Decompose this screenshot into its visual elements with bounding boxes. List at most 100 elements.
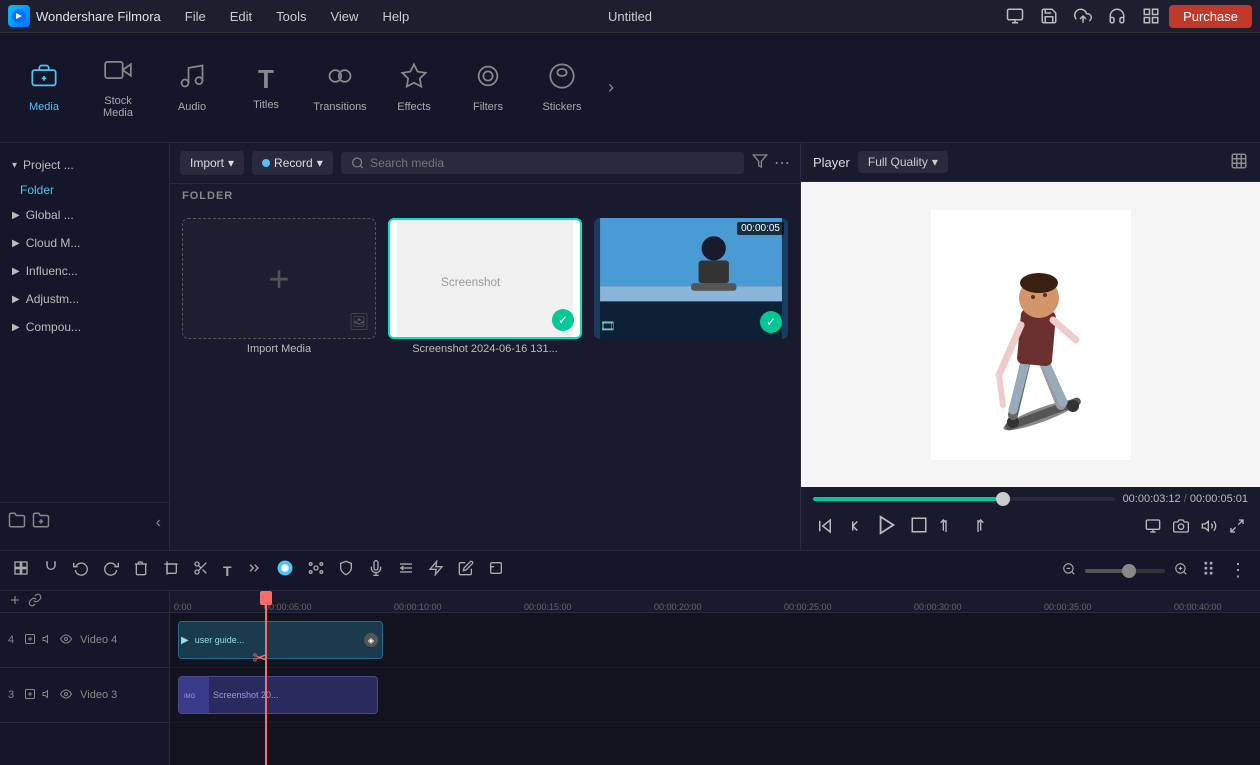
- track-4-audio-btn[interactable]: [42, 632, 54, 648]
- tool-stickers[interactable]: Stickers: [526, 43, 598, 133]
- skater-illustration: [931, 210, 1131, 460]
- track-3-clip[interactable]: IMG Screenshot 20...: [178, 676, 378, 714]
- animation-btn[interactable]: [423, 557, 449, 584]
- menu-help[interactable]: Help: [372, 5, 419, 28]
- delete-btn[interactable]: [128, 557, 154, 584]
- tool-stock-media[interactable]: Stock Media: [82, 43, 154, 133]
- zoom-thumb[interactable]: [1122, 564, 1136, 578]
- folder-label-text: Folder: [20, 183, 54, 197]
- zoom-in-btn[interactable]: [1169, 557, 1193, 584]
- sidebar-item-global[interactable]: ▶ Global ...: [0, 201, 169, 229]
- upload-icon[interactable]: [1069, 2, 1097, 30]
- quality-select[interactable]: Full Quality ▾: [858, 151, 948, 173]
- toolbar: Media Stock Media Audio T Titles Transit…: [0, 33, 1260, 143]
- track-4-clip[interactable]: ▶ user guide... ◈: [178, 621, 383, 659]
- sidebar-item-influencer[interactable]: ▶ Influenc...: [0, 257, 169, 285]
- search-input[interactable]: [370, 156, 734, 170]
- import-button[interactable]: Import ▾: [180, 151, 244, 175]
- crop-btn[interactable]: [158, 557, 184, 584]
- timeline-playhead[interactable]: [265, 591, 267, 765]
- grid-timeline-btn[interactable]: ⠿: [1197, 557, 1220, 584]
- add-track-btn[interactable]: [8, 593, 22, 610]
- split-view-btn[interactable]: [8, 557, 34, 584]
- collapse-panel-btn[interactable]: ‹: [156, 514, 161, 532]
- grid-icon[interactable]: [1137, 2, 1165, 30]
- sidebar-item-cloud[interactable]: ▶ Cloud M...: [0, 229, 169, 257]
- menu-file[interactable]: File: [175, 5, 216, 28]
- player-expand-btn[interactable]: [1230, 152, 1248, 173]
- magnet-btn[interactable]: [38, 557, 64, 584]
- tool-audio[interactable]: Audio: [156, 43, 228, 133]
- sidebar-item-adjustment[interactable]: ▶ Adjustm...: [0, 285, 169, 313]
- save-icon[interactable]: [1035, 2, 1063, 30]
- snapshot-btn[interactable]: [1170, 515, 1192, 540]
- monitor-icon[interactable]: [1001, 2, 1029, 30]
- zoom-out-btn[interactable]: [1057, 557, 1081, 584]
- filter-icon[interactable]: [752, 153, 768, 173]
- track-4-eye-btn[interactable]: [60, 632, 72, 648]
- more-icon[interactable]: ⋯: [774, 153, 790, 173]
- record-button[interactable]: Record ▾: [252, 151, 333, 175]
- text-btn[interactable]: T: [218, 560, 237, 582]
- undo-btn[interactable]: [68, 557, 94, 584]
- track-4-add-btn[interactable]: [24, 632, 36, 648]
- fullscreen-btn[interactable]: [1226, 515, 1248, 540]
- track-3-num: 3: [8, 689, 14, 701]
- tool-filters[interactable]: Filters: [452, 43, 524, 133]
- headphone-icon[interactable]: [1103, 2, 1131, 30]
- particles-btn[interactable]: [303, 557, 329, 584]
- import-thumb[interactable]: + 🖼: [182, 218, 376, 339]
- rotate-btn[interactable]: [483, 557, 509, 584]
- add-item-btn[interactable]: [32, 511, 50, 534]
- menu-view[interactable]: View: [320, 5, 368, 28]
- camera-swap-btn[interactable]: [453, 557, 479, 584]
- track-4-clip-end: ◈: [364, 633, 378, 647]
- cut-btn[interactable]: [188, 557, 214, 584]
- mark-out-btn[interactable]: [965, 515, 987, 540]
- volume-btn[interactable]: [1198, 515, 1220, 540]
- shield-btn[interactable]: [333, 557, 359, 584]
- header-icons: [1001, 2, 1165, 30]
- track-btn[interactable]: [393, 557, 419, 584]
- purchase-button[interactable]: Purchase: [1169, 5, 1252, 28]
- track-3-add-btn[interactable]: [24, 687, 36, 703]
- forward-btn[interactable]: [241, 557, 267, 584]
- screenshot-thumb[interactable]: Screenshot ✓: [388, 218, 582, 339]
- export-frame-btn[interactable]: [1142, 515, 1164, 540]
- mark-in-btn[interactable]: [937, 515, 959, 540]
- add-folder-btn[interactable]: [8, 511, 26, 534]
- stop-btn[interactable]: [907, 513, 931, 542]
- timeline-ruler: 0:00 00:00:05:00 00:00:10:00 00:00:15:00…: [170, 591, 1260, 613]
- sidebar-item-project[interactable]: ▾ Project ...: [0, 151, 169, 179]
- record-timeline-btn[interactable]: [271, 556, 299, 585]
- mic-btn[interactable]: [363, 557, 389, 584]
- media-item-import[interactable]: + 🖼 Import Media: [182, 218, 376, 355]
- skip-back-btn[interactable]: [813, 514, 837, 541]
- video-preview-art: [594, 218, 788, 339]
- tool-transitions[interactable]: Transitions: [304, 43, 376, 133]
- link-tracks-btn[interactable]: [28, 593, 42, 610]
- progress-track[interactable]: [813, 497, 1115, 501]
- sidebar-item-folder[interactable]: Folder: [0, 179, 169, 201]
- redo-btn[interactable]: [98, 557, 124, 584]
- menu-edit[interactable]: Edit: [220, 5, 262, 28]
- tool-effects[interactable]: Effects: [378, 43, 450, 133]
- playhead-handle[interactable]: [260, 591, 272, 605]
- media-item-video[interactable]: 00:00:05 ✓ 🎞: [594, 218, 788, 355]
- track-3-eye-btn[interactable]: [60, 687, 72, 703]
- progress-thumb[interactable]: [996, 492, 1010, 506]
- track-3-audio-btn[interactable]: [42, 687, 54, 703]
- menu-tools[interactable]: Tools: [266, 5, 316, 28]
- media-item-screenshot[interactable]: Screenshot ✓ Screenshot 2024-06-16 131..…: [388, 218, 582, 355]
- tool-media[interactable]: Media: [8, 43, 80, 133]
- zoom-track[interactable]: [1085, 569, 1165, 573]
- frame-back-btn[interactable]: [843, 514, 867, 541]
- video-thumb[interactable]: 00:00:05 ✓ 🎞: [594, 218, 788, 339]
- app-name: Wondershare Filmora: [36, 9, 161, 24]
- toolbar-more-btn[interactable]: ›: [600, 69, 622, 106]
- more-timeline-btn[interactable]: ⋮: [1224, 557, 1252, 584]
- tool-titles[interactable]: T Titles: [230, 43, 302, 133]
- sidebar-item-compound[interactable]: ▶ Compou...: [0, 313, 169, 341]
- play-btn[interactable]: [873, 511, 901, 544]
- sidebar-item-label-cloud: Cloud M...: [26, 236, 81, 250]
